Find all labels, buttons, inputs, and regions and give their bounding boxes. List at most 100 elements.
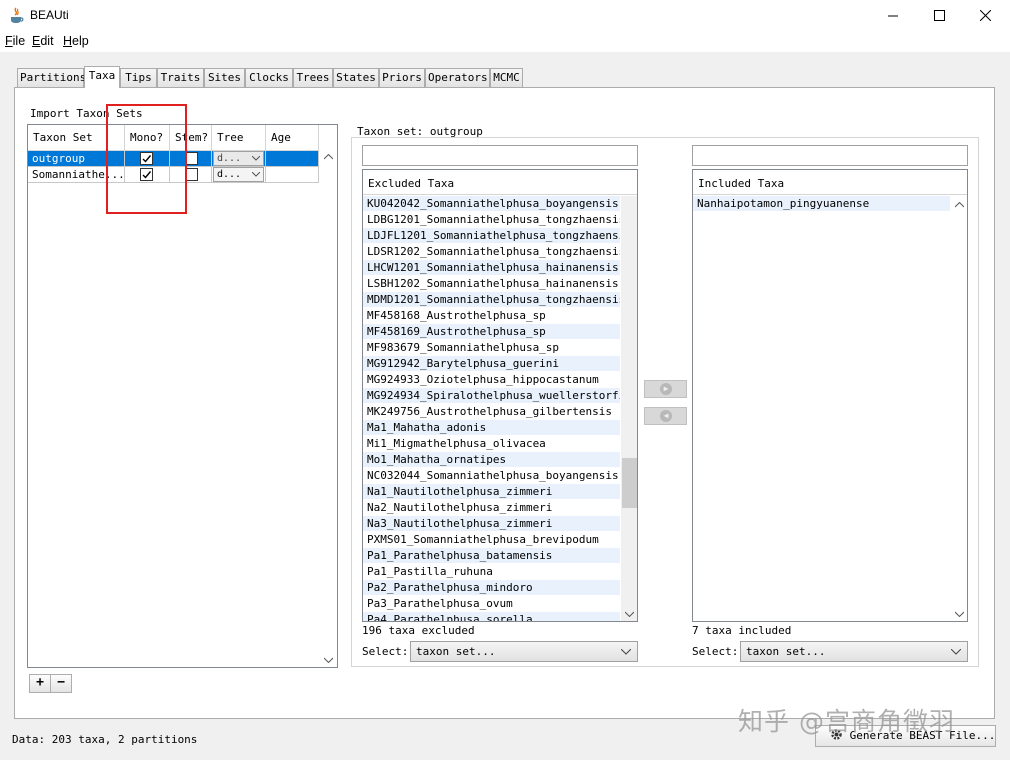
scroll-up-icon[interactable] [324,154,333,160]
remove-taxon-set-button[interactable]: − [50,674,72,693]
tree-cell[interactable]: d... [212,151,266,167]
list-item[interactable]: Pa3_Parathelphusa_ovum [363,596,620,612]
excluded-scrollbar[interactable] [621,196,637,621]
excluded-filter-input[interactable] [362,145,638,166]
tab-sites[interactable]: Sites [204,68,245,87]
list-item[interactable]: LDBG1201_Somanniathelphusa_tongzhaensis [363,212,620,228]
tab-traits[interactable]: Traits [157,68,204,87]
tree-value: d... [217,169,242,180]
excluded-taxa-header: Excluded Taxa [363,170,637,195]
tree-combobox[interactable]: d... [213,151,264,166]
excluded-items: KU042042_Somanniathelphusa_boyangensis LD… [363,196,620,621]
list-item[interactable]: MG924934_Spiralothelphusa_wuellerstorfi [363,388,620,404]
list-item[interactable]: LSBH1202_Somanniathelphusa_hainanensis [363,276,620,292]
tab-states[interactable]: States [333,68,379,87]
arrow-left-icon: ◀ [660,410,672,422]
scroll-down-icon[interactable] [955,611,964,617]
list-item[interactable]: Mo1_Mahatha_ornatipes [363,452,620,468]
list-item[interactable]: Pa4_Parathelphusa_sorella [363,612,620,621]
list-item[interactable]: Na1_Nautilothelphusa_zimmeri [363,484,620,500]
excluded-taxa-list[interactable]: Excluded Taxa KU042042_Somanniathelphusa… [362,169,638,622]
included-filter-input[interactable] [692,145,968,166]
include-taxa-button[interactable]: ▶ [644,380,687,398]
scroll-down-icon[interactable] [324,657,333,663]
list-item[interactable]: LHCW1201_Somanniathelphusa_hainanensis [363,260,620,276]
minimize-icon [887,15,898,17]
tree-combobox[interactable]: d... [213,167,264,182]
list-item[interactable]: LDSR1202_Somanniathelphusa_tongzhaensis [363,244,620,260]
list-item[interactable]: MDMD1201_Somanniathelphusa_tongzhaensis [363,292,620,308]
scroll-up-icon[interactable] [955,202,964,208]
menu-edit[interactable]: Edit [32,34,54,48]
menu-bar: File Edit Help [0,31,1010,52]
minimize-button[interactable] [870,0,916,31]
list-item[interactable]: MG912942_Barytelphusa_guerini [363,356,620,372]
excluded-select-value: taxon set... [416,645,496,658]
included-taxa-header: Included Taxa [693,170,967,195]
list-item[interactable]: Pa2_Parathelphusa_mindoro [363,580,620,596]
excluded-select-label: Select: [362,645,409,658]
chevron-down-icon [252,156,260,161]
chevron-down-icon [621,649,631,655]
included-select-label: Select: [692,645,739,658]
tab-mcmc[interactable]: MCMC [490,68,523,87]
tab-taxa[interactable]: Taxa [84,66,120,88]
column-header-age[interactable]: Age [266,125,319,151]
chevron-down-icon [252,172,260,177]
tab-tips[interactable]: Tips [120,68,157,87]
included-count: 7 taxa included [692,624,792,637]
tab-partitions[interactable]: Partitions [17,68,86,87]
maximize-button[interactable] [916,0,962,31]
tab-operators[interactable]: Operators [425,68,490,87]
list-item[interactable]: Pa1_Parathelphusa_batamensis [363,548,620,564]
list-item[interactable]: MG924933_Oziotelphusa_hippocastanum [363,372,620,388]
table-scrollbar[interactable] [320,151,337,667]
included-scrollbar[interactable] [951,196,967,621]
list-item[interactable]: PXMS01_Somanniathelphusa_brevipodum [363,532,620,548]
highlight-annotation [106,104,187,214]
tab-priors[interactable]: Priors [379,68,425,87]
age-cell[interactable] [266,151,319,167]
scroll-thumb[interactable] [622,458,637,508]
list-item[interactable]: MF458168_Austrothelphusa_sp [363,308,620,324]
included-taxa-list[interactable]: Included Taxa Nanhaipotamon_pingyuanense [692,169,968,622]
included-select-value: taxon set... [746,645,826,658]
close-button[interactable] [962,0,1008,31]
list-item[interactable]: MF458169_Austrothelphusa_sp [363,324,620,340]
java-app-icon [11,7,24,23]
menu-file[interactable]: File [5,34,25,48]
arrow-right-icon: ▶ [660,383,672,395]
title-bar: BEAUti [0,0,1010,31]
list-item[interactable]: Mi1_Migmathelphusa_olivacea [363,436,620,452]
excluded-count: 196 taxa excluded [362,624,475,637]
tab-clocks[interactable]: Clocks [245,68,293,87]
scroll-down-icon[interactable] [625,611,634,617]
list-item[interactable]: Na2_Nautilothelphusa_zimmeri [363,500,620,516]
list-item[interactable]: Pa1_Pastilla_ruhuna [363,564,620,580]
menu-help[interactable]: Help [63,34,89,48]
list-item[interactable]: Na3_Nautilothelphusa_zimmeri [363,516,620,532]
close-icon [979,10,991,21]
list-item[interactable]: NC032044_Somanniathelphusa_boyangensis [363,468,620,484]
included-select-combobox[interactable]: taxon set... [740,641,968,662]
status-text: Data: 203 taxa, 2 partitions [12,733,198,746]
list-item[interactable]: Nanhaipotamon_pingyuanense [693,196,950,212]
list-item[interactable]: Ma1_Mahatha_adonis [363,420,620,436]
watermark: 知乎 @宫商角徵羽 [738,707,955,736]
add-taxon-set-button[interactable]: + [29,674,51,693]
chevron-down-icon [951,649,961,655]
included-items: Nanhaipotamon_pingyuanense [693,196,950,212]
age-cell[interactable] [266,167,319,183]
list-item[interactable]: MK249756_Austrothelphusa_gilbertensis [363,404,620,420]
excluded-select-combobox[interactable]: taxon set... [410,641,638,662]
tab-trees[interactable]: Trees [293,68,333,87]
list-item[interactable]: KU042042_Somanniathelphusa_boyangensis [363,196,620,212]
exclude-taxa-button[interactable]: ◀ [644,407,687,425]
list-item[interactable]: LDJFL1201_Somanniathelphusa_tongzhaensis [363,228,620,244]
tree-value: d... [217,153,242,164]
tree-cell[interactable]: d... [212,167,266,183]
list-item[interactable]: MF983679_Somanniathelphusa_sp [363,340,620,356]
window-title: BEAUti [30,8,69,22]
maximize-icon [933,10,945,21]
column-header-tree[interactable]: Tree [212,125,266,151]
